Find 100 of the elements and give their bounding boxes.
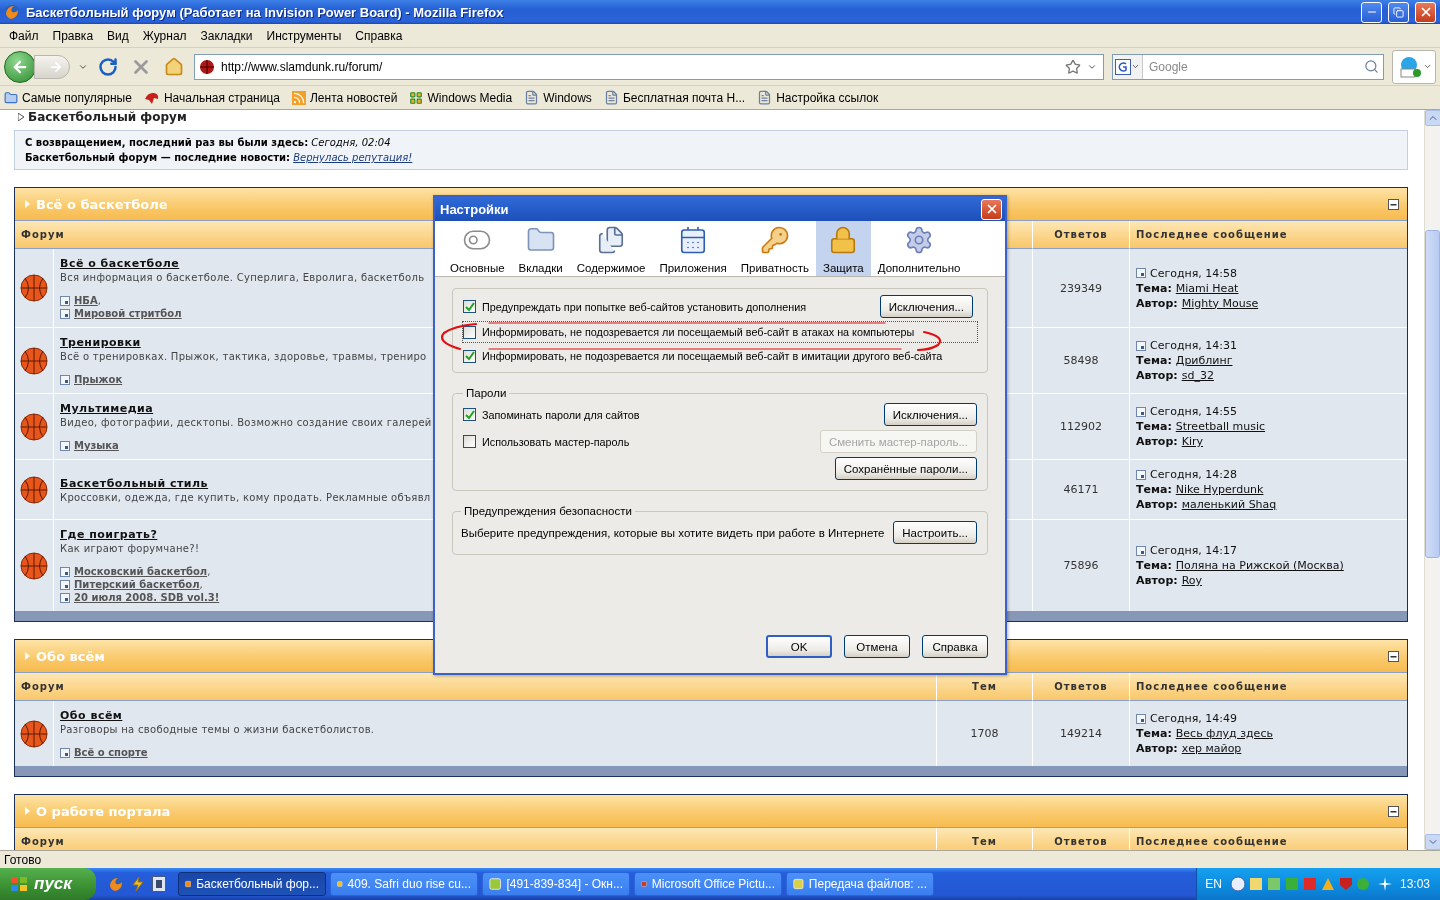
collapse-icon[interactable]: [1388, 805, 1399, 817]
forum-link[interactable]: Где поиграть?: [60, 527, 158, 542]
dialog-button[interactable]: Сохранённые пароли...: [834, 457, 977, 480]
scrollbar[interactable]: [1424, 110, 1440, 850]
topic-link[interactable]: Дриблинг: [1175, 353, 1233, 368]
separator-text: ,: [207, 565, 211, 578]
app-icon: [489, 877, 502, 891]
caret-icon: [1422, 62, 1432, 71]
subforum-link[interactable]: Всё о спорте: [74, 746, 148, 759]
author-link[interactable]: Roy: [1181, 573, 1203, 588]
separator-text: ,: [97, 294, 101, 307]
author-label: Автор:: [1136, 573, 1178, 588]
taskbar-button[interactable]: Microsoft Office Pictu...: [634, 872, 782, 896]
app-icon[interactable]: [152, 876, 166, 892]
author-link[interactable]: sd_32: [1181, 368, 1214, 383]
taskbar-button[interactable]: 409. Safri duo rise cu...: [330, 872, 478, 896]
taskbar-button[interactable]: Передача файлов: ...: [786, 872, 934, 896]
news-text: Баскетбольный форум — последние новости: Вернулась репутация!: [25, 152, 414, 163]
bookmark-link[interactable]: Бесплатная почта H...: [603, 90, 746, 105]
close-button[interactable]: [1415, 1, 1436, 23]
last-post-date: Сегодня, 14:58: [1150, 265, 1238, 281]
restore-button[interactable]: [1388, 1, 1409, 23]
topic-link[interactable]: Streetball music: [1175, 419, 1266, 434]
forum-link[interactable]: Обо всём: [60, 708, 123, 723]
bookmark-link[interactable]: Самые популярные: [4, 90, 132, 105]
author-link[interactable]: Kiry: [1181, 434, 1203, 449]
subforum-link[interactable]: НБА: [74, 294, 98, 307]
subforum-icon: [1136, 406, 1146, 417]
menu-item[interactable]: Журнал: [135, 26, 194, 45]
checkbox[interactable]: [463, 349, 476, 363]
subforum-link[interactable]: 20 июля 2008. SDB vol.3!: [74, 591, 220, 604]
subforum-icon: [60, 747, 70, 758]
checkbox[interactable]: [463, 435, 476, 448]
dialog-button[interactable]: Отмена: [844, 635, 910, 658]
reply-count: 46171: [1063, 483, 1099, 496]
start-button[interactable]: пуск: [0, 868, 96, 900]
bookmark-link[interactable]: Windows Media: [409, 90, 513, 105]
menu-item[interactable]: Закладки: [193, 26, 260, 45]
column-header: Тем: [936, 828, 1032, 850]
menu-item[interactable]: Файл: [2, 26, 46, 45]
subforum-icon: [1136, 268, 1146, 278]
exceptions-button[interactable]: Исключения...: [879, 295, 973, 318]
subforum-link[interactable]: Питерский баскетбол: [74, 578, 200, 591]
forum-link[interactable]: Всё о баскетболе: [60, 256, 180, 271]
subforum-link[interactable]: Прыжок: [74, 373, 123, 386]
menu-item[interactable]: Инструменты: [259, 26, 349, 45]
forum-description: Как играют форумчане?!: [60, 542, 200, 555]
star-icon[interactable]: [1065, 58, 1081, 75]
forum-link[interactable]: Мультимедиа: [60, 401, 154, 416]
topic-link[interactable]: Весь флуд здесь: [1175, 726, 1273, 741]
checkbox-label[interactable]: Информировать, не подозревается ли посещаемый веб-сайт в атаках на компьютеры: [482, 326, 915, 338]
search-icon[interactable]: [1364, 59, 1379, 74]
page-icon: [524, 90, 540, 105]
address-field[interactable]: http://www.slamdunk.ru/forum/: [194, 53, 1104, 80]
checkbox-label[interactable]: Использовать мастер-пароль: [482, 435, 630, 448]
search-engine-button[interactable]: [1113, 54, 1143, 79]
menu-item[interactable]: Вид: [100, 26, 136, 45]
dialog-button[interactable]: Справка: [922, 635, 988, 658]
topic-link[interactable]: Miami Heat: [1175, 280, 1239, 296]
author-link[interactable]: Mighty Mouse: [1181, 295, 1259, 311]
back-button[interactable]: [4, 50, 36, 83]
scrollbar-thumb[interactable]: [1425, 230, 1440, 558]
folder-icon: [4, 90, 18, 105]
taskbar-button[interactable]: [491-839-834] - Окн...: [482, 872, 630, 896]
close-button[interactable]: [981, 198, 1002, 220]
search-field[interactable]: Google: [1112, 53, 1384, 80]
collapse-icon[interactable]: [1388, 650, 1399, 662]
checkbox[interactable]: [463, 408, 476, 421]
checkbox[interactable]: [463, 300, 476, 313]
minimize-button[interactable]: [1361, 1, 1382, 23]
author-link[interactable]: хер майор: [1181, 741, 1242, 756]
news-link[interactable]: Вернулась репутация!: [293, 152, 413, 163]
bookmark-link[interactable]: Начальная страница: [143, 90, 280, 105]
window-title: Баскетбольный форум (Работает на Invision Power Board) - Mozilla Firefox: [26, 4, 505, 20]
lightning-icon[interactable]: [130, 876, 146, 892]
bookmark-link[interactable]: Лента новостей: [292, 90, 398, 105]
search-input[interactable]: Google: [1143, 59, 1364, 74]
subforum-link[interactable]: Музыка: [74, 439, 119, 452]
checkbox-label[interactable]: Предупреждать при попытке веб-сайтов установить дополнения: [482, 300, 807, 313]
bookmark-link[interactable]: Windows: [524, 90, 592, 105]
configure-button[interactable]: Настроить...: [893, 521, 977, 544]
topic-link[interactable]: Поляна на Рижской (Москва): [1175, 558, 1344, 573]
dialog-button[interactable]: OK: [766, 635, 832, 658]
checkbox-label[interactable]: Информировать, не подозревается ли посещаемый веб-сайт в имитации другого веб-сайта: [482, 350, 943, 362]
collapse-icon[interactable]: [1388, 198, 1399, 210]
settings-tab[interactable]: Защита: [816, 221, 871, 276]
browser-logo-icon[interactable]: [108, 876, 124, 892]
forum-link[interactable]: Баскетбольный стиль: [60, 475, 209, 491]
bookmark-link[interactable]: Настройка ссылок: [757, 90, 879, 105]
column-header: Последнее сообщение: [1129, 828, 1407, 850]
author-link[interactable]: маленький Shaq: [1181, 497, 1277, 512]
checkbox-label[interactable]: Запоминать пароли для сайтов: [482, 408, 640, 421]
forum-link[interactable]: Тренировки: [60, 335, 141, 350]
dialog-button[interactable]: Исключения...: [883, 403, 977, 426]
menu-item[interactable]: Справка: [348, 26, 410, 45]
last-post-date: Сегодня, 14:49: [1150, 711, 1238, 726]
menu-item[interactable]: Правка: [45, 26, 101, 45]
taskbar-button[interactable]: Баскетбольный фор...: [178, 872, 326, 896]
subforum-link[interactable]: Мировой стритбол: [74, 307, 182, 320]
topic-link[interactable]: Nike Hyperdunk: [1175, 482, 1264, 497]
